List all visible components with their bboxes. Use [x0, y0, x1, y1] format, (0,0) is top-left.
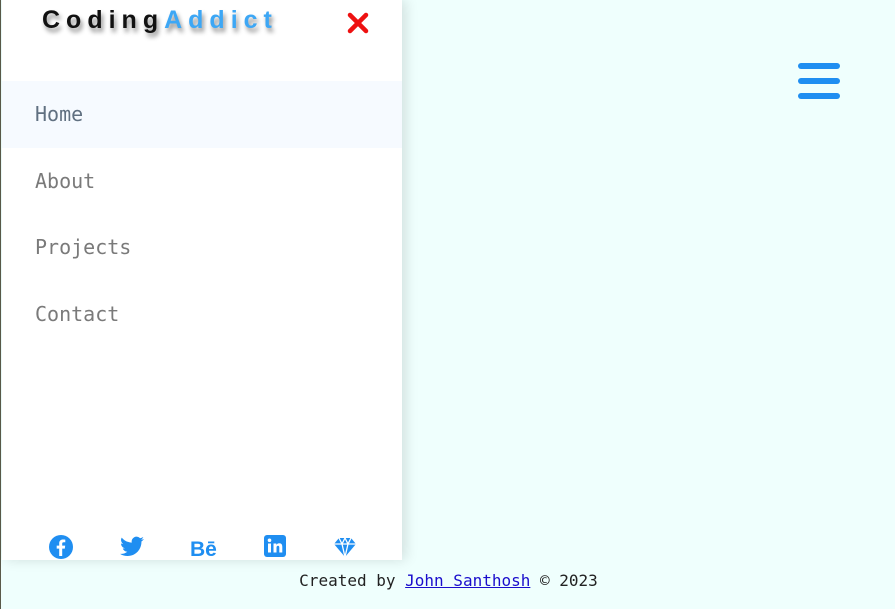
- footer: Created by John Santhosh © 2023: [1, 571, 895, 590]
- footer-prefix: Created by: [299, 571, 396, 590]
- nav-item-label: Contact: [35, 301, 120, 326]
- nav-item-about[interactable]: About: [2, 148, 402, 215]
- page: CodingAddict Home About Projects Contact: [0, 0, 895, 609]
- facebook-link[interactable]: [48, 534, 74, 560]
- facebook-icon: [49, 535, 73, 559]
- hamburger-icon: [798, 62, 840, 100]
- nav-item-label: Home: [35, 102, 84, 127]
- diamond-icon: [334, 537, 356, 558]
- linkedin-link[interactable]: [263, 534, 289, 560]
- nav-item-contact[interactable]: Contact: [2, 281, 402, 348]
- footer-copyright: © 2023: [540, 571, 598, 590]
- author-link[interactable]: John Santhosh: [405, 571, 530, 590]
- twitter-icon: [120, 536, 144, 556]
- twitter-link[interactable]: [119, 534, 145, 560]
- sidebar: CodingAddict Home About Projects Contact: [2, 0, 402, 561]
- brand-text-accent: Addict: [164, 6, 278, 34]
- behance-icon: Bē: [190, 538, 217, 561]
- close-icon: [347, 12, 369, 34]
- sidebar-nav: Home About Projects Contact: [2, 81, 402, 347]
- nav-item-label: About: [35, 168, 96, 193]
- social-links: Bē: [2, 530, 402, 561]
- nav-item-label: Projects: [35, 235, 132, 260]
- behance-link[interactable]: Bē: [190, 534, 220, 561]
- svg-text:Bē: Bē: [190, 538, 217, 560]
- brand-logo[interactable]: CodingAddict: [42, 6, 278, 35]
- diamond-link[interactable]: [332, 534, 358, 560]
- menu-toggle-button[interactable]: [798, 62, 840, 100]
- linkedin-icon: [264, 535, 286, 557]
- brand-text-primary: Coding: [42, 6, 165, 34]
- nav-item-home[interactable]: Home: [2, 81, 402, 148]
- close-button[interactable]: [346, 10, 370, 36]
- nav-item-projects[interactable]: Projects: [2, 214, 402, 281]
